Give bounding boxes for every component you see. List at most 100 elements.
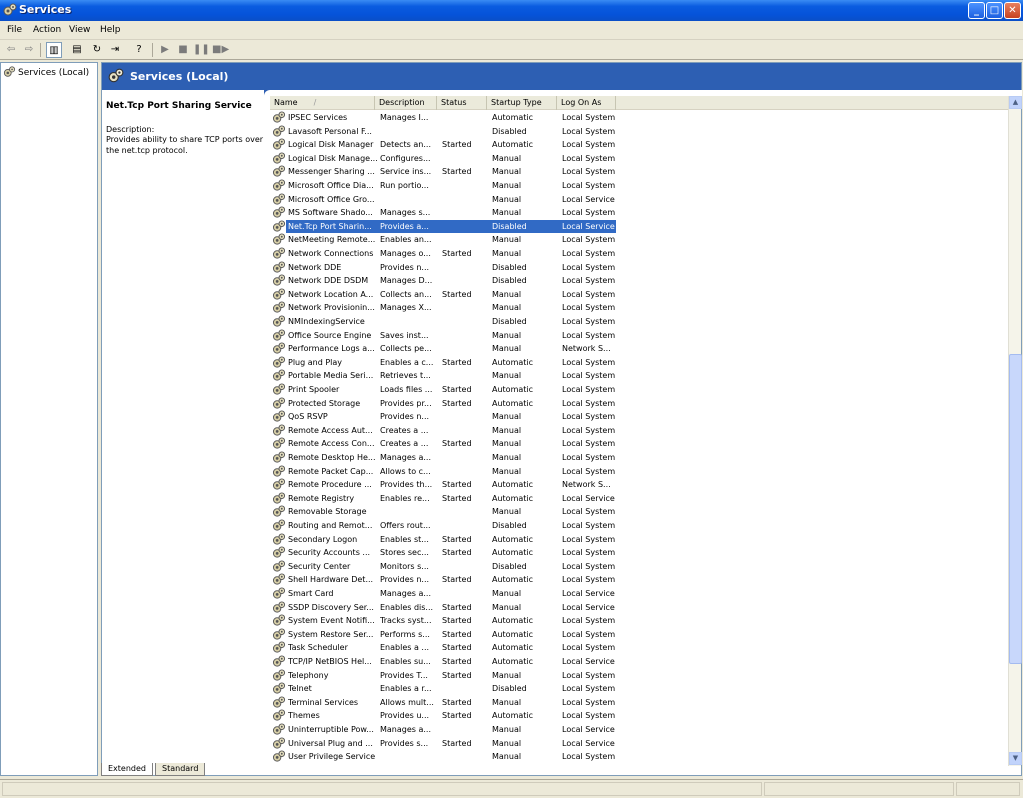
table-row[interactable]: QoS RSVP Provides n... Manual Local System bbox=[270, 410, 1008, 424]
service-gear-icon bbox=[272, 614, 286, 627]
service-startup-type: Automatic bbox=[492, 534, 534, 544]
table-row[interactable]: Secondary Logon Enables st... Started Autom… bbox=[270, 533, 1008, 547]
table-row[interactable]: Network Location A... Collects an... Start… bbox=[270, 288, 1008, 302]
properties-icon[interactable]: ▤ bbox=[69, 42, 85, 58]
table-row[interactable]: NetMeeting Remote... Enables an... Manual L… bbox=[270, 233, 1008, 247]
table-row[interactable]: Terminal Services Allows mult... Started Ma… bbox=[270, 696, 1008, 710]
show-hide-tree-icon[interactable]: ▥ bbox=[46, 42, 62, 58]
scroll-thumb[interactable] bbox=[1009, 354, 1022, 664]
restart-service-icon[interactable]: ■▶ bbox=[212, 42, 229, 58]
table-row[interactable]: Shell Hardware Det... Provides n... Starte… bbox=[270, 573, 1008, 587]
service-gear-icon bbox=[272, 193, 286, 206]
table-row[interactable]: Remote Desktop He... Manages a... Manual Lo… bbox=[270, 451, 1008, 465]
table-row[interactable]: Net.Tcp Port Sharin... Provides a... Disab… bbox=[270, 219, 1008, 234]
table-row[interactable]: Performance Logs a... Collects pe... Manua… bbox=[270, 342, 1008, 356]
table-row[interactable]: Messenger Sharing ... Service ins... Start… bbox=[270, 165, 1008, 179]
table-row[interactable]: Logical Disk Manage... Configures... Manua… bbox=[270, 152, 1008, 166]
table-row[interactable]: Themes Provides u... Started Automatic Local… bbox=[270, 709, 1008, 723]
menu-help[interactable]: Help bbox=[100, 25, 121, 35]
table-row[interactable]: Remote Procedure ... Provides th... Starte… bbox=[270, 478, 1008, 492]
table-row[interactable]: Microsoft Office Gro... Manual Local Servi… bbox=[270, 193, 1008, 207]
tab-extended[interactable]: Extended bbox=[101, 763, 153, 776]
table-row[interactable]: Remote Access Con... Creates a ... Started… bbox=[270, 437, 1008, 451]
column-header-log-on-as[interactable]: Log On As bbox=[557, 96, 616, 110]
table-row[interactable]: Security Accounts ... Stores sec... Starte… bbox=[270, 546, 1008, 560]
start-service-icon[interactable]: ▶ bbox=[157, 42, 173, 58]
table-row[interactable]: Telnet Enables a r... Disabled Local System bbox=[270, 682, 1008, 696]
stop-service-icon[interactable]: ■ bbox=[175, 42, 191, 58]
table-row[interactable]: MS Software Shado... Manages s... Manual Lo… bbox=[270, 206, 1008, 220]
menu-action[interactable]: Action bbox=[33, 25, 61, 35]
table-row[interactable]: IPSEC Services Manages I... Automatic Local… bbox=[270, 111, 1008, 125]
table-row[interactable]: Removable Storage Manual Local System bbox=[270, 505, 1008, 519]
table-row[interactable]: SSDP Discovery Ser... Enables dis... Start… bbox=[270, 601, 1008, 615]
refresh-icon[interactable]: ↻ bbox=[89, 42, 105, 58]
service-status bbox=[442, 410, 488, 423]
table-row[interactable]: User Privilege Service Manual Local System bbox=[270, 750, 1008, 764]
column-header-label: Log On As bbox=[561, 98, 602, 107]
sort-arrow-icon: / bbox=[313, 98, 317, 107]
menu-file[interactable]: File bbox=[7, 25, 22, 35]
column-header-startup-type[interactable]: Startup Type bbox=[487, 96, 557, 110]
column-header-description[interactable]: Description bbox=[375, 96, 437, 110]
tree-item-services-local[interactable]: Services (Local) bbox=[3, 66, 89, 78]
status-bar bbox=[0, 779, 1023, 798]
pause-service-icon[interactable]: ❚❚ bbox=[193, 42, 210, 58]
table-row[interactable]: Lavasoft Personal F... Disabled Local Syst… bbox=[270, 125, 1008, 139]
scroll-up-icon[interactable]: ▲ bbox=[1009, 96, 1022, 109]
table-row[interactable]: Universal Plug and ... Provides s... Start… bbox=[270, 737, 1008, 751]
table-row[interactable]: Network Provisionin... Manages X... Manual… bbox=[270, 301, 1008, 315]
menu-view[interactable]: View bbox=[69, 25, 90, 35]
table-row[interactable]: Smart Card Manages a... Manual Local Servic… bbox=[270, 587, 1008, 601]
service-name: Network Location A... bbox=[288, 289, 374, 299]
service-log-on-as: Local System bbox=[562, 140, 616, 150]
service-status bbox=[442, 329, 488, 342]
service-log-on-as: Local System bbox=[562, 575, 616, 585]
table-row[interactable]: Routing and Remot... Offers rout... Disabl… bbox=[270, 519, 1008, 533]
service-description: Collects pe... bbox=[380, 344, 432, 354]
service-description: Allows to c... bbox=[380, 466, 431, 476]
table-row[interactable]: Network DDE DSDM Manages D... Disabled Loca… bbox=[270, 274, 1008, 288]
table-row[interactable]: Uninterruptible Pow... Manages a... Manual… bbox=[270, 723, 1008, 737]
table-row[interactable]: Remote Access Aut... Creates a ... Manual L… bbox=[270, 424, 1008, 438]
service-startup-type: Manual bbox=[492, 439, 522, 449]
close-button[interactable]: ✕ bbox=[1004, 2, 1021, 19]
service-status bbox=[442, 682, 488, 695]
forward-arrow-icon[interactable]: ⇨ bbox=[21, 42, 37, 58]
table-row[interactable]: Telephony Provides T... Started Manual Local… bbox=[270, 669, 1008, 683]
export-list-icon[interactable]: ⇥ bbox=[107, 42, 123, 58]
table-row[interactable]: Plug and Play Enables a c... Started Automa… bbox=[270, 356, 1008, 370]
table-row[interactable]: Microsoft Office Dia... Run portio... Manu… bbox=[270, 179, 1008, 193]
table-row[interactable]: Print Spooler Loads files ... Started Autom… bbox=[270, 383, 1008, 397]
table-row[interactable]: Task Scheduler Enables a ... Started Automa… bbox=[270, 641, 1008, 655]
maximize-button[interactable]: □ bbox=[986, 2, 1003, 19]
table-row[interactable]: Network Connections Manages o... Started Ma… bbox=[270, 247, 1008, 261]
column-header-status[interactable]: Status bbox=[437, 96, 487, 110]
service-gear-icon bbox=[272, 533, 286, 546]
table-row[interactable]: Office Source Engine Saves inst... Manual L… bbox=[270, 329, 1008, 343]
help-icon[interactable]: ? bbox=[131, 42, 147, 58]
service-description: Service ins... bbox=[380, 167, 432, 177]
tab-standard[interactable]: Standard bbox=[155, 763, 206, 776]
service-startup-type: Automatic bbox=[492, 385, 534, 394]
table-row[interactable]: NMIndexingService Disabled Local System bbox=[270, 315, 1008, 329]
view-tabs: Extended Standard bbox=[101, 763, 401, 777]
scroll-down-icon[interactable]: ▼ bbox=[1009, 752, 1022, 765]
table-row[interactable]: Remote Registry Enables re... Started Autom… bbox=[270, 492, 1008, 506]
service-name: Net.Tcp Port Sharin... bbox=[288, 221, 372, 231]
table-row[interactable]: Network DDE Provides n... Disabled Local Sy… bbox=[270, 261, 1008, 275]
back-arrow-icon[interactable]: ⇦ bbox=[3, 42, 19, 58]
table-row[interactable]: System Restore Ser... Performs s... Starte… bbox=[270, 628, 1008, 642]
service-log-on-as: Local System bbox=[562, 398, 616, 408]
table-row[interactable]: System Event Notifi... Tracks syst... Star… bbox=[270, 614, 1008, 628]
table-row[interactable]: Protected Storage Provides pr... Started Au… bbox=[270, 397, 1008, 411]
table-row[interactable]: Remote Packet Cap... Allows to c... Manual… bbox=[270, 465, 1008, 479]
selected-service-name: Net.Tcp Port Sharing Service bbox=[106, 101, 252, 111]
minimize-button[interactable]: _ bbox=[968, 2, 985, 19]
table-row[interactable]: Security Center Monitors s... Disabled Loca… bbox=[270, 560, 1008, 574]
column-header-name[interactable]: Name / bbox=[270, 96, 375, 110]
vertical-scrollbar[interactable]: ▲ ▼ bbox=[1008, 96, 1022, 766]
table-row[interactable]: Portable Media Seri... Retrieves t... Manu… bbox=[270, 369, 1008, 383]
table-row[interactable]: TCP/IP NetBIOS Hel... Enables su... Starte… bbox=[270, 655, 1008, 669]
table-row[interactable]: Logical Disk Manager Detects an... Started… bbox=[270, 138, 1008, 152]
